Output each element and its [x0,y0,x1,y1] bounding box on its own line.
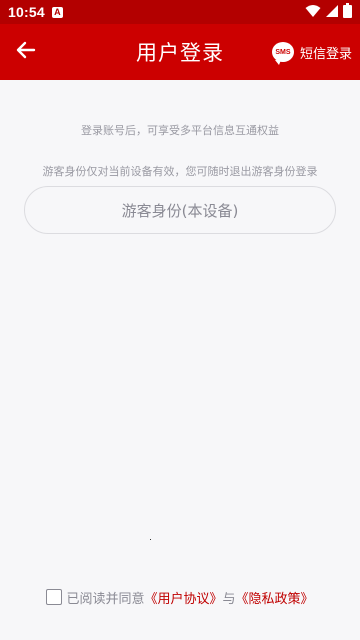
sms-bubble-icon: SMS [271,42,294,65]
signal-icon [325,4,339,21]
guest-notice-text: 游客身份仅对当前设备有效，您可随时退出游客身份登录 [42,165,318,178]
status-bar: 10:54 A [0,0,360,24]
sms-login-button[interactable]: SMS 短信登录 [271,39,352,65]
status-icons [305,3,352,21]
agreement-checkbox[interactable] [46,589,63,605]
battery-icon [343,3,352,21]
app-bar: 用户登录 SMS 短信登录 [0,24,360,80]
sms-login-label: 短信登录 [299,46,352,62]
notification-a-icon: A [51,6,63,18]
wifi-icon [305,4,321,21]
login-screen: 10:54 A 用户登录 SMS 短信登录 登录账号后，可享受多平台信息互通权益… [0,0,360,640]
agreement-row: 已阅读并同意 《用户协议》 与 《隐私政策》 [0,586,360,608]
guest-login-button[interactable]: 游客身份(本设备) [24,186,336,234]
agreement-connector: 与 [222,591,236,607]
user-agreement-link[interactable]: 《用户协议》 [144,588,222,607]
login-benefit-text: 登录账号后，可享受多平台信息互通权益 [81,124,279,137]
status-time: 10:54 [8,4,45,20]
privacy-policy-link[interactable]: 《隐私政策》 [236,588,314,607]
agreement-prefix: 已阅读并同意 [66,591,145,607]
stray-dot [150,539,151,540]
